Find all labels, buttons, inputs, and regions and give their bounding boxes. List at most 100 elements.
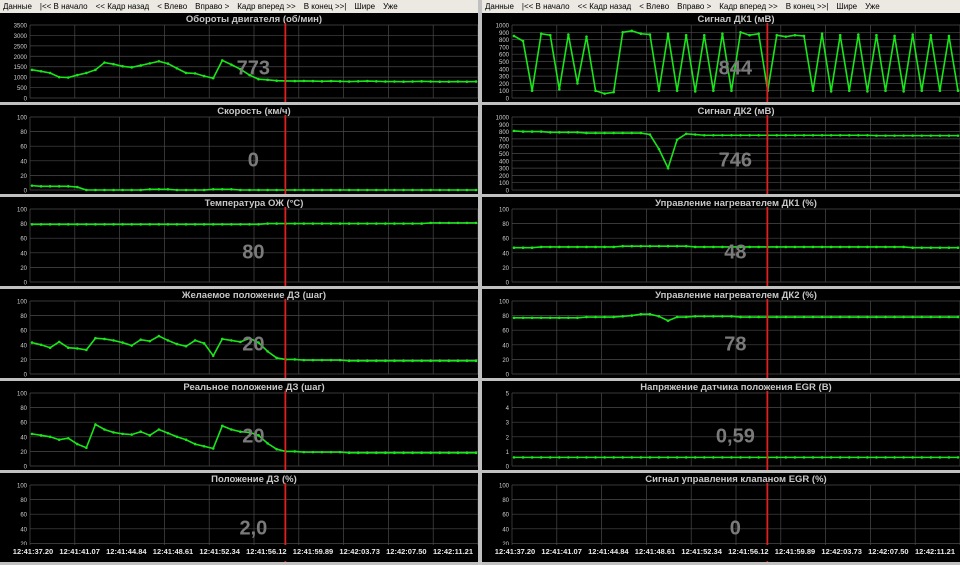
y-tick-label: 500 xyxy=(499,60,510,66)
scroll-right-button[interactable]: Вправо > xyxy=(674,0,716,13)
go-end-button[interactable]: В конец >>| xyxy=(783,0,834,13)
data-point xyxy=(175,223,179,226)
data-point xyxy=(784,35,788,38)
scroll-left-button[interactable]: < Влево xyxy=(636,0,674,13)
data-point xyxy=(375,359,378,363)
data-point xyxy=(402,451,405,455)
data-point xyxy=(784,315,788,319)
data-point xyxy=(712,245,715,249)
data-point xyxy=(530,246,534,249)
data-menu-button[interactable]: Данные xyxy=(482,0,519,13)
data-point xyxy=(893,245,896,249)
data-point xyxy=(57,185,61,188)
data-point xyxy=(530,130,534,133)
time-label: 12:42:07.50 xyxy=(386,547,427,556)
data-point xyxy=(666,319,670,323)
go-end-button[interactable]: В конец >>| xyxy=(301,0,352,13)
data-point xyxy=(539,456,543,459)
data-point xyxy=(66,185,70,188)
time-label: 12:41:41.07 xyxy=(541,547,582,556)
data-point xyxy=(112,62,115,66)
data-point xyxy=(648,244,652,248)
data-point xyxy=(721,133,724,137)
data-point xyxy=(585,131,588,135)
data-point xyxy=(612,456,615,459)
frame-back-button[interactable]: << Кадр назад xyxy=(575,0,637,13)
data-point xyxy=(757,32,760,36)
y-tick-label: 80 xyxy=(20,222,27,228)
data-point xyxy=(157,223,161,226)
data-point xyxy=(558,316,561,320)
data-point xyxy=(875,456,878,459)
y-tick-label: 100 xyxy=(499,89,510,95)
chart-o2-heater-1: 0 20 40 60 80 100 Управление нагревателем ДК1 … xyxy=(482,197,960,289)
chart-title: Сигнал ДК2 (мВ) xyxy=(697,106,774,117)
data-point xyxy=(121,341,124,344)
zoom-narrower-button[interactable]: Уже xyxy=(862,0,885,13)
time-label: 12:41:59.89 xyxy=(774,547,816,556)
data-point xyxy=(30,432,34,436)
data-point xyxy=(202,74,206,78)
go-start-button[interactable]: |<< В начало xyxy=(37,0,93,13)
data-point xyxy=(429,80,432,83)
data-point xyxy=(257,188,260,192)
data-point xyxy=(693,90,697,93)
data-point xyxy=(675,138,679,141)
data-point xyxy=(829,133,833,137)
zoom-wider-button[interactable]: Шире xyxy=(833,0,862,13)
data-point xyxy=(621,131,625,135)
data-point xyxy=(429,221,432,225)
current-value: 20 xyxy=(242,334,264,356)
data-point xyxy=(48,346,52,350)
y-tick-label: 80 xyxy=(502,314,509,320)
data-point xyxy=(347,80,351,83)
data-point xyxy=(594,456,597,459)
data-menu-button[interactable]: Данные xyxy=(0,0,37,13)
data-point xyxy=(512,316,516,320)
data-point xyxy=(693,456,697,459)
data-point xyxy=(820,245,824,249)
scroll-left-button[interactable]: < Влево xyxy=(154,0,192,13)
data-point xyxy=(567,33,570,36)
data-point xyxy=(130,188,133,192)
time-label: 12:42:11.21 xyxy=(914,547,956,556)
right-pane: Данные |<< В начало << Кадр назад < Влев… xyxy=(482,0,960,565)
y-tick-label: 60 xyxy=(20,513,27,519)
frame-forward-button[interactable]: Кадр вперед >> xyxy=(234,0,300,13)
data-point xyxy=(94,223,97,226)
data-point xyxy=(585,35,588,38)
go-start-button[interactable]: |<< В начало xyxy=(519,0,575,13)
data-point xyxy=(739,31,742,34)
y-tick-label: 20 xyxy=(20,450,27,456)
y-tick-label: 1000 xyxy=(496,116,510,122)
data-point xyxy=(420,80,423,83)
data-point xyxy=(311,358,315,362)
time-label: 12:41:41.07 xyxy=(59,547,100,556)
data-point xyxy=(666,32,670,36)
zoom-narrower-button[interactable]: Уже xyxy=(380,0,403,13)
y-tick-label: 3000 xyxy=(14,34,28,40)
data-point xyxy=(248,223,251,226)
scroll-right-button[interactable]: Вправо > xyxy=(192,0,234,13)
data-point xyxy=(411,188,414,192)
data-point xyxy=(320,80,324,83)
y-tick-label: 200 xyxy=(499,174,510,180)
data-point xyxy=(356,359,360,363)
data-point xyxy=(829,90,833,93)
data-point xyxy=(375,188,378,192)
data-point xyxy=(802,456,806,459)
data-point xyxy=(702,133,706,137)
data-point xyxy=(594,245,597,249)
data-point xyxy=(393,451,396,455)
frame-back-button[interactable]: << Кадр назад xyxy=(93,0,155,13)
frame-forward-button[interactable]: Кадр вперед >> xyxy=(716,0,782,13)
data-point xyxy=(230,63,233,66)
time-label: 12:42:11.21 xyxy=(432,547,474,556)
zoom-wider-button[interactable]: Шире xyxy=(351,0,380,13)
data-point xyxy=(320,222,324,225)
data-point xyxy=(657,147,661,151)
data-point xyxy=(512,34,516,38)
data-point xyxy=(48,185,52,188)
data-point xyxy=(103,223,106,226)
data-point xyxy=(857,33,860,36)
